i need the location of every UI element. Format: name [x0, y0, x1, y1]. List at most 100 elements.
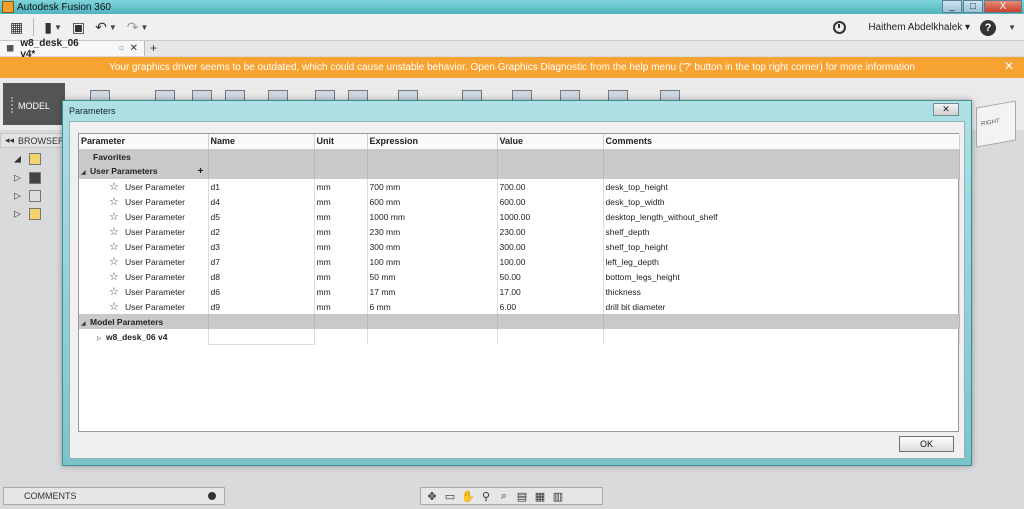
parameter-value-cell[interactable]: 50.00 [497, 269, 604, 284]
bulb-icon[interactable] [28, 153, 41, 165]
expand-triangle-icon[interactable]: ▷ [97, 335, 106, 342]
parameter-name-cell[interactable]: d8 [208, 269, 315, 284]
column-header-expression[interactable]: Expression [367, 134, 498, 150]
column-header-comments[interactable]: Comments [603, 134, 960, 150]
table-row[interactable]: ☆ User Parameter d1 mm 700 mm 700.00 desk_top_… [79, 179, 960, 194]
table-row[interactable]: ☆ User Parameter d5 mm 1000 mm 1000.00 desktop… [79, 209, 960, 224]
parameter-unit-cell[interactable]: mm [314, 194, 368, 209]
zoom-icon[interactable]: ⚲ [479, 490, 493, 503]
parameter-comment-cell[interactable]: drill bit diameter [603, 299, 960, 314]
parameter-expression-cell[interactable]: 6 mm [367, 299, 498, 314]
look-at-icon[interactable]: ▭ [443, 490, 457, 503]
parameter-comment-cell[interactable]: left_leg_depth [603, 254, 960, 269]
column-header-unit[interactable]: Unit [314, 134, 368, 150]
parameter-unit-cell[interactable]: mm [314, 269, 368, 284]
parameter-value-cell[interactable]: 1000.00 [497, 209, 604, 224]
parameter-type-cell[interactable]: ☆ User Parameter [79, 254, 209, 269]
table-row[interactable]: ☆ User Parameter d3 mm 300 mm 300.00 shelf_top… [79, 239, 960, 254]
undo-icon[interactable]: ↶ [95, 19, 107, 36]
parameter-unit-cell[interactable]: mm [314, 284, 368, 299]
parameter-comment-cell[interactable]: shelf_depth [603, 224, 960, 239]
parameter-type-cell[interactable]: ☆ User Parameter [79, 209, 209, 224]
model-parameters-group-row[interactable]: ◢ Model Parameters [79, 314, 960, 329]
parameter-unit-cell[interactable]: mm [314, 224, 368, 239]
minimize-button[interactable]: _ [942, 0, 962, 13]
parameter-value-cell[interactable]: 300.00 [497, 239, 604, 254]
fit-zoom-icon[interactable]: ⌕ [497, 490, 511, 503]
close-tab-icon[interactable]: ✕ [130, 43, 138, 54]
add-user-parameter-button[interactable]: + [198, 166, 204, 178]
bulb-icon[interactable] [28, 208, 41, 220]
favorite-star-icon[interactable]: ☆ [109, 286, 121, 298]
favorite-star-icon[interactable]: ☆ [109, 196, 121, 208]
close-dialog-button[interactable]: ✕ [933, 103, 959, 116]
parameter-value-cell[interactable]: 230.00 [497, 224, 604, 239]
chevron-down-icon[interactable]: ▼ [1008, 23, 1016, 32]
browser-views-node[interactable]: ▷ [14, 190, 64, 204]
parameter-value-cell[interactable]: 700.00 [497, 179, 604, 194]
parameter-type-cell[interactable]: ☆ User Parameter [79, 179, 209, 194]
collapse-triangle-icon[interactable]: ◢ [81, 169, 90, 176]
chevron-down-icon[interactable]: ▼ [109, 23, 117, 32]
parameter-comment-cell[interactable]: shelf_top_height [603, 239, 960, 254]
table-row[interactable]: ☆ User Parameter d8 mm 50 mm 50.00 bottom_legs… [79, 269, 960, 284]
favorite-star-icon[interactable]: ☆ [109, 181, 121, 193]
parameter-expression-cell[interactable]: 600 mm [367, 194, 498, 209]
redo-icon[interactable]: ↷ [127, 19, 139, 36]
new-tab-button[interactable]: + [150, 41, 157, 56]
file-menu-icon[interactable]: ▮ [44, 19, 52, 36]
favorite-star-icon[interactable]: ☆ [109, 256, 121, 268]
favorite-star-icon[interactable]: ☆ [109, 226, 121, 238]
ok-button[interactable]: OK [899, 436, 954, 452]
collapse-browser-icon[interactable]: ◂◂ [5, 135, 14, 146]
parameter-expression-cell[interactable]: 50 mm [367, 269, 498, 284]
pan-hand-icon[interactable]: ✋ [461, 490, 475, 503]
parameter-value-cell[interactable]: 600.00 [497, 194, 604, 209]
table-row[interactable]: ☆ User Parameter d9 mm 6 mm 6.00 drill bit dia… [79, 299, 960, 314]
parameter-name-cell[interactable]: d7 [208, 254, 315, 269]
orbit-icon[interactable]: ✥ [425, 490, 439, 503]
parameter-name-cell[interactable]: d9 [208, 299, 315, 314]
browser-panel-header[interactable]: ◂◂ BROWSER [0, 133, 66, 148]
parameter-name-cell[interactable]: d5 [208, 209, 315, 224]
parameter-type-cell[interactable]: ☆ User Parameter [79, 224, 209, 239]
viewports-icon[interactable]: ▥ [551, 490, 565, 503]
favorite-star-icon[interactable]: ☆ [109, 301, 121, 313]
parameter-name-cell[interactable]: d1 [208, 179, 315, 194]
close-banner-icon[interactable]: ✕ [1004, 59, 1014, 73]
parameter-expression-cell[interactable]: 1000 mm [367, 209, 498, 224]
user-parameters-group-row[interactable]: ◢ User Parameters + [79, 164, 960, 179]
workspace-switcher[interactable]: MODEL [3, 83, 65, 125]
help-icon[interactable]: ? [980, 19, 997, 36]
parameter-unit-cell[interactable]: mm [314, 299, 368, 314]
job-status-clock-icon[interactable] [833, 21, 847, 34]
parameter-value-cell[interactable]: 100.00 [497, 254, 604, 269]
add-comment-icon[interactable] [208, 492, 216, 500]
restore-button[interactable]: □ [963, 0, 983, 13]
favorite-star-icon[interactable]: ☆ [109, 241, 121, 253]
parameter-comment-cell[interactable]: thickness [603, 284, 960, 299]
table-row[interactable]: ☆ User Parameter d7 mm 100 mm 100.00 left_leg_… [79, 254, 960, 269]
parameter-type-cell[interactable]: ☆ User Parameter [79, 284, 209, 299]
save-icon[interactable]: ▣ [72, 19, 85, 36]
parameter-name-cell[interactable]: d4 [208, 194, 315, 209]
parameter-value-cell[interactable]: 6.00 [497, 299, 604, 314]
parameter-name-cell[interactable]: d2 [208, 224, 315, 239]
favorite-star-icon[interactable]: ☆ [109, 211, 121, 223]
parameter-type-cell[interactable]: ☆ User Parameter [79, 269, 209, 284]
parameter-expression-cell[interactable]: 700 mm [367, 179, 498, 194]
table-row[interactable]: ☆ User Parameter d2 mm 230 mm 230.00 shelf_dep… [79, 224, 960, 239]
comments-panel[interactable]: COMMENTS [3, 487, 225, 505]
parameter-unit-cell[interactable]: mm [314, 239, 368, 254]
display-settings-icon[interactable]: ▤ [515, 490, 529, 503]
collapse-triangle-icon[interactable]: ◢ [81, 320, 90, 327]
parameter-comment-cell[interactable]: desk_top_width [603, 194, 960, 209]
column-header-parameter[interactable]: Parameter [79, 134, 209, 150]
favorite-star-icon[interactable]: ☆ [109, 271, 121, 283]
parameter-unit-cell[interactable]: mm [314, 254, 368, 269]
viewcube[interactable]: RIGHT [976, 100, 1016, 148]
parameter-unit-cell[interactable]: mm [314, 179, 368, 194]
parameter-expression-cell[interactable]: 17 mm [367, 284, 498, 299]
user-account-menu[interactable]: Haithem Abdelkhalek ▾ [868, 22, 970, 33]
parameter-expression-cell[interactable]: 230 mm [367, 224, 498, 239]
